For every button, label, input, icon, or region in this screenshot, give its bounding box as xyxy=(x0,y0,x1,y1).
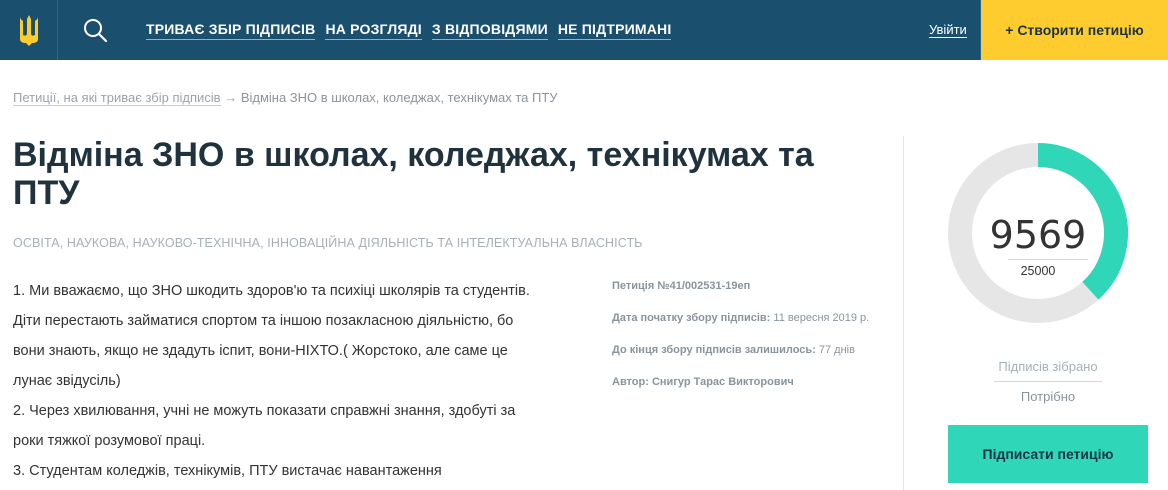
main-nav: ТРИВАЄ ЗБІР ПІДПИСІВ НА РОЗГЛЯДІ З ВІДПО… xyxy=(146,0,681,60)
breadcrumb: Петиції, на які триває збір підписів → В… xyxy=(13,90,558,106)
label-divider xyxy=(994,381,1102,382)
petition-number: Петиція №41/002531-19еп xyxy=(612,280,902,292)
petition-title: Відміна ЗНО в школах, коледжах, технікум… xyxy=(13,136,814,212)
author: Автор: Снигур Тарас Викторович xyxy=(612,376,902,388)
petition-text-line: 2. Через хвилювання, учні не можуть пока… xyxy=(13,403,516,419)
petition-category[interactable]: ОСВІТА, НАУКОВА, НАУКОВО-ТЕХНІЧНА, ІННОВ… xyxy=(13,236,642,250)
breadcrumb-current: Відміна ЗНО в школах, коледжах, технікум… xyxy=(240,90,558,105)
petition-text-line: роки тяжкої розумової праці. xyxy=(13,433,206,449)
petition-meta: Петиція №41/002531-19еп Дата початку збо… xyxy=(612,280,902,408)
signatures-collected-label: Підписів зібрано xyxy=(998,359,1098,374)
signatures-collected-count: 9569 xyxy=(989,213,1087,257)
top-navigation-bar: ТРИВАЄ ЗБІР ПІДПИСІВ НА РОЗГЛЯДІ З ВІДПО… xyxy=(0,0,1168,60)
sign-petition-button[interactable]: Підписати петицію xyxy=(948,425,1148,483)
time-remaining-value: 77 днів xyxy=(818,344,855,356)
count-divider xyxy=(1008,259,1088,260)
time-remaining-label: До кінця збору підписів залишилось: xyxy=(612,344,816,356)
content-divider xyxy=(903,136,904,490)
signatures-required-label: Потрібно xyxy=(1020,389,1076,404)
petition-number-label: Петиція №41/002531-19еп xyxy=(612,280,751,292)
start-date-value: 11 вересня 2019 р. xyxy=(773,312,870,324)
search-icon[interactable] xyxy=(58,0,132,60)
petition-text-line: 1. Ми вважаємо, що ЗНО шкодить здоров'ю … xyxy=(13,283,530,299)
create-petition-button[interactable]: + Створити петицію xyxy=(981,0,1168,60)
nav-collecting-signatures[interactable]: ТРИВАЄ ЗБІР ПІДПИСІВ xyxy=(146,21,316,40)
trident-logo-icon[interactable] xyxy=(0,0,58,60)
author-value: Снигур Тарас Викторович xyxy=(651,376,794,388)
start-date-label: Дата початку збору підписів: xyxy=(612,312,771,324)
petition-text-line: лунає звідусіль) xyxy=(13,373,121,389)
time-remaining: До кінця збору підписів залишилось: 77 д… xyxy=(612,344,902,356)
signatures-required-count: 25000 xyxy=(1020,264,1056,278)
nav-under-review[interactable]: НА РОЗГЛЯДІ xyxy=(325,21,422,40)
nav-with-answers[interactable]: З ВІДПОВІДЯМИ xyxy=(431,21,548,40)
petition-text-line: вони знають, якщо не здадуть іспит, вони… xyxy=(13,343,508,359)
petition-text: 1. Ми вважаємо, що ЗНО шкодить здоров'ю … xyxy=(13,276,588,486)
breadcrumb-parent-link[interactable]: Петиції, на які триває збір підписів xyxy=(13,90,221,106)
login-link[interactable]: Увійти xyxy=(929,22,967,38)
petition-text-line: Діти перестають займатися спортом та інш… xyxy=(13,313,514,329)
petition-text-line: 3. Студентам коледжів, технікумів, ПТУ в… xyxy=(13,463,442,479)
start-date: Дата початку збору підписів: 11 вересня … xyxy=(612,312,902,324)
breadcrumb-separator: → xyxy=(224,90,238,105)
nav-not-supported[interactable]: НЕ ПІДТРИМАНІ xyxy=(557,21,672,40)
author-label: Автор: xyxy=(612,376,649,388)
